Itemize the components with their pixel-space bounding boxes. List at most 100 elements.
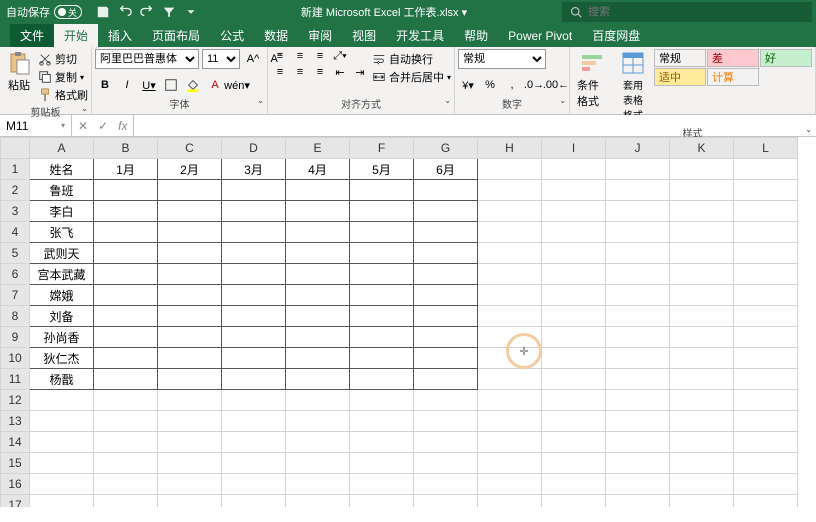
align-left-button[interactable]: ≡ — [271, 65, 289, 79]
style-normal[interactable]: 常规 — [654, 49, 706, 67]
undo-icon[interactable] — [118, 5, 132, 19]
cell[interactable] — [734, 369, 798, 390]
cell[interactable] — [606, 432, 670, 453]
cell[interactable] — [30, 453, 94, 474]
indent-dec-button[interactable]: ⇤ — [331, 65, 349, 79]
row-header-9[interactable]: 9 — [1, 327, 30, 348]
cell[interactable] — [30, 390, 94, 411]
format-as-table-button[interactable]: 套用 表格格式 — [615, 49, 651, 124]
cell[interactable] — [158, 243, 222, 264]
cell[interactable] — [734, 222, 798, 243]
cell[interactable] — [670, 432, 734, 453]
cell[interactable]: 姓名 — [30, 159, 94, 180]
cell[interactable]: 6月 — [414, 159, 478, 180]
comma-button[interactable]: , — [502, 76, 522, 94]
row-header-1[interactable]: 1 — [1, 159, 30, 180]
cell[interactable] — [350, 390, 414, 411]
cell[interactable] — [670, 474, 734, 495]
tab-文件[interactable]: 文件 — [10, 24, 54, 47]
row-header-14[interactable]: 14 — [1, 432, 30, 453]
cell[interactable]: 李白 — [30, 201, 94, 222]
row-header-2[interactable]: 2 — [1, 180, 30, 201]
cell[interactable] — [670, 201, 734, 222]
cell[interactable] — [94, 285, 158, 306]
cell[interactable] — [734, 348, 798, 369]
cell[interactable] — [286, 201, 350, 222]
cell[interactable] — [478, 432, 542, 453]
tab-页面布局[interactable]: 页面布局 — [142, 24, 210, 47]
cell[interactable] — [158, 348, 222, 369]
cell[interactable] — [606, 180, 670, 201]
cell[interactable] — [414, 348, 478, 369]
underline-button[interactable]: U▾ — [139, 76, 159, 94]
row-header-7[interactable]: 7 — [1, 285, 30, 306]
cell[interactable] — [734, 411, 798, 432]
cell[interactable]: 狄仁杰 — [30, 348, 94, 369]
cell[interactable] — [222, 369, 286, 390]
cell[interactable]: 1月 — [94, 159, 158, 180]
cell[interactable] — [350, 348, 414, 369]
cell[interactable] — [542, 390, 606, 411]
cell[interactable] — [734, 243, 798, 264]
cell[interactable] — [30, 432, 94, 453]
cell[interactable] — [286, 390, 350, 411]
cell[interactable] — [606, 495, 670, 508]
cell[interactable] — [222, 222, 286, 243]
cell[interactable] — [478, 495, 542, 508]
row-header-12[interactable]: 12 — [1, 390, 30, 411]
cell[interactable] — [222, 348, 286, 369]
cell[interactable]: 嫦娥 — [30, 285, 94, 306]
cell[interactable] — [606, 411, 670, 432]
tab-审阅[interactable]: 审阅 — [298, 24, 342, 47]
enter-formula-button[interactable]: ✓ — [98, 119, 108, 133]
format-painter-button[interactable]: 格式刷 — [38, 87, 88, 103]
cell[interactable] — [478, 264, 542, 285]
cell[interactable] — [158, 264, 222, 285]
cell[interactable] — [414, 264, 478, 285]
cell[interactable] — [286, 453, 350, 474]
col-header-D[interactable]: D — [222, 138, 286, 159]
cell[interactable] — [478, 348, 542, 369]
cell[interactable] — [94, 369, 158, 390]
select-all-corner[interactable] — [1, 138, 30, 159]
cell[interactable] — [606, 285, 670, 306]
cell[interactable] — [350, 432, 414, 453]
cell[interactable] — [606, 243, 670, 264]
number-format-select[interactable]: 常规 — [458, 49, 546, 69]
cell[interactable] — [734, 390, 798, 411]
cell[interactable] — [158, 285, 222, 306]
cell[interactable] — [478, 201, 542, 222]
italic-button[interactable]: I — [117, 76, 137, 94]
indent-inc-button[interactable]: ⇥ — [351, 65, 369, 79]
cell[interactable] — [350, 495, 414, 508]
cell[interactable] — [542, 369, 606, 390]
cell[interactable] — [414, 390, 478, 411]
cell[interactable] — [222, 390, 286, 411]
cell[interactable] — [350, 201, 414, 222]
cell[interactable] — [94, 474, 158, 495]
fx-button[interactable]: fx — [118, 119, 127, 133]
cell[interactable] — [734, 453, 798, 474]
cell[interactable] — [350, 285, 414, 306]
search-input[interactable] — [588, 6, 804, 18]
cell[interactable] — [414, 243, 478, 264]
row-header-17[interactable]: 17 — [1, 495, 30, 508]
cell[interactable] — [350, 180, 414, 201]
cell[interactable] — [670, 348, 734, 369]
cell[interactable] — [222, 495, 286, 508]
cell[interactable] — [670, 285, 734, 306]
cell[interactable]: 刘备 — [30, 306, 94, 327]
cell[interactable] — [542, 180, 606, 201]
cell[interactable] — [734, 495, 798, 508]
cell[interactable] — [734, 327, 798, 348]
autosave-toggle[interactable]: 关 — [54, 5, 82, 19]
cell[interactable] — [734, 180, 798, 201]
cell[interactable] — [606, 390, 670, 411]
cell[interactable] — [350, 411, 414, 432]
cell[interactable] — [286, 222, 350, 243]
cell[interactable] — [350, 369, 414, 390]
cell[interactable] — [542, 453, 606, 474]
align-center-button[interactable]: ≡ — [291, 65, 309, 79]
font-size-select[interactable]: 11 — [202, 49, 240, 69]
cell[interactable] — [478, 474, 542, 495]
